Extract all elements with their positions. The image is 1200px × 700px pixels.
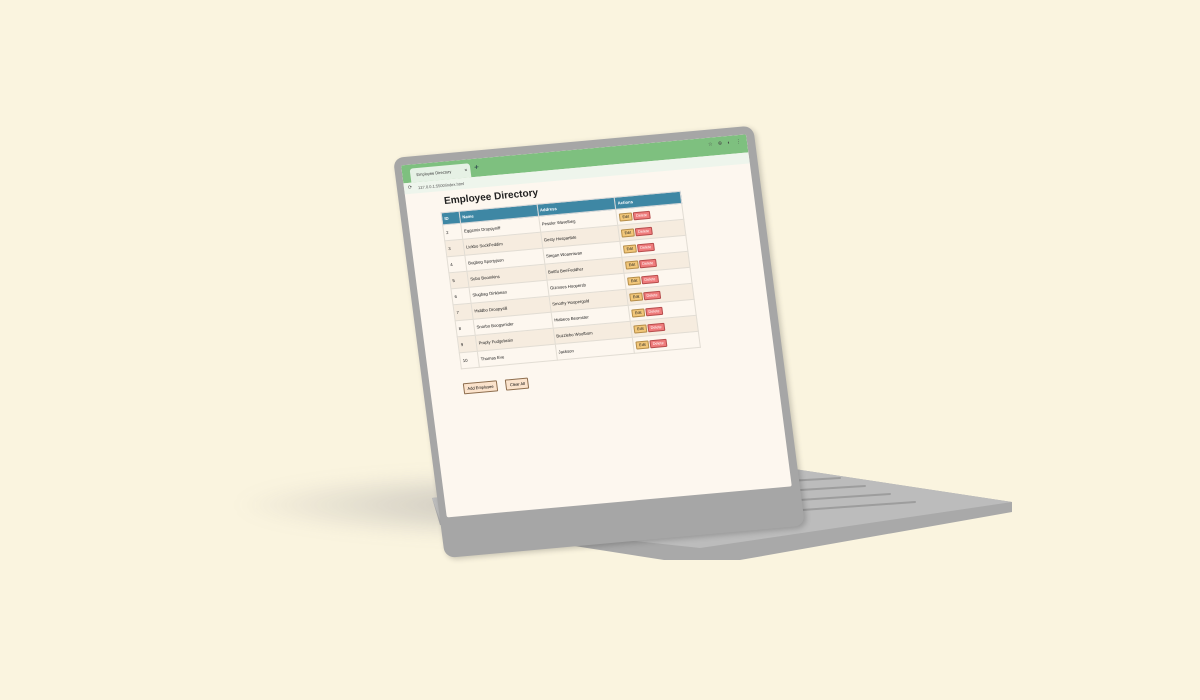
cell-id: 10 (459, 351, 480, 369)
cell-id: 4 (446, 255, 467, 273)
delete-button[interactable]: Delete (640, 274, 659, 284)
page-content: Employee Directory ID Name Address Actio… (405, 163, 777, 403)
edit-button[interactable]: Edit (618, 211, 633, 222)
cell-id: 2 (442, 223, 463, 241)
delete-button[interactable]: Delete (634, 226, 653, 236)
cell-id: 9 (457, 335, 478, 353)
reload-icon[interactable]: ⟳ (407, 183, 413, 194)
cell-id: 8 (455, 319, 476, 337)
delete-button[interactable]: Delete (642, 290, 661, 300)
delete-button[interactable]: Delete (647, 322, 666, 332)
clear-all-button[interactable]: Clear All (505, 377, 530, 391)
delete-button[interactable]: Delete (638, 258, 657, 268)
cell-id: 6 (450, 287, 471, 305)
cell-id: 7 (453, 303, 474, 321)
edit-button[interactable]: Edit (627, 275, 641, 286)
edit-button[interactable]: Edit (633, 323, 648, 334)
delete-button[interactable]: Delete (636, 242, 655, 252)
employee-table: ID Name Address Actions 2 Eggsmix Droppyn… (441, 191, 701, 370)
delete-button[interactable]: Delete (632, 210, 651, 220)
add-employee-button[interactable]: Add Employee (462, 380, 499, 395)
edit-button[interactable]: Edit (625, 259, 639, 270)
edit-button[interactable]: Edit (621, 227, 635, 238)
delete-button[interactable]: Delete (649, 338, 668, 348)
cell-id: 3 (444, 239, 465, 257)
edit-button[interactable]: Edit (623, 243, 637, 254)
cell-id: 5 (448, 271, 469, 289)
delete-button[interactable]: Delete (644, 306, 663, 316)
edit-button[interactable]: Edit (631, 307, 646, 318)
edit-button[interactable]: Edit (629, 291, 643, 302)
extension-icons[interactable]: ☆ ⊕ ◐ ⋮ (708, 139, 744, 148)
laptop-screen: Employee Directory × + ☆ ⊕ ◐ ⋮ ⟳ 127.0.0… (393, 125, 805, 558)
close-tab-icon[interactable]: × (464, 164, 469, 178)
browser-window: Employee Directory × + ☆ ⊕ ◐ ⋮ ⟳ 127.0.0… (401, 134, 792, 518)
edit-button[interactable]: Edit (635, 339, 650, 350)
tab-title: Employee Directory (416, 168, 452, 178)
new-tab-button[interactable]: + (474, 162, 480, 171)
